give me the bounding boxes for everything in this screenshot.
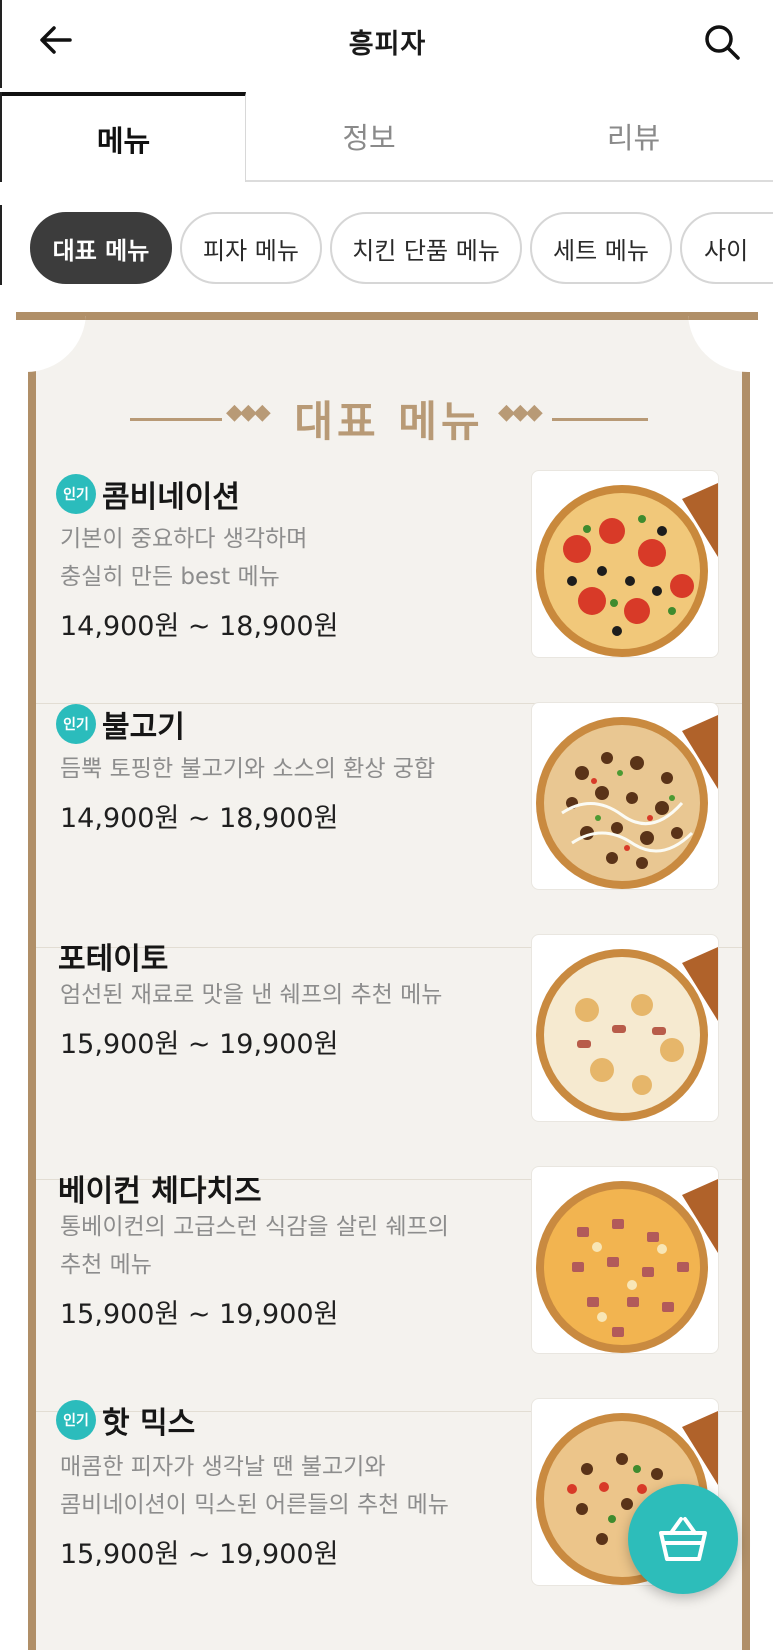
item-name: 콤비네이션 [102, 480, 240, 515]
popular-badge: 인기 [56, 704, 96, 744]
item-description-line: 엄선된 재료로 맛을 낸 쉐프의 추천 메뉴 [60, 982, 443, 1008]
tab-review[interactable]: 리뷰 [492, 92, 773, 182]
item-name: 불고기 [102, 710, 185, 745]
tab-bar: 메뉴 정보 리뷰 [0, 92, 773, 182]
item-price: 15,900원 ~ 19,900원 [60, 1539, 339, 1570]
item-description-line: 콤비네이션이 믹스된 어른들의 추천 메뉴 [60, 1492, 449, 1518]
item-name: 포테이토 [58, 942, 169, 977]
item-description: 통베이컨의 고급스런 식감을 살린 쉐프의 추천 메뉴 [60, 1208, 515, 1284]
item-description: 엄선된 재료로 맛을 낸 쉐프의 추천 메뉴 [60, 976, 515, 1014]
item-price: 15,900원 ~ 19,900원 [60, 1299, 339, 1330]
item-description: 매콤한 피자가 생각날 땐 불고기와 콤비네이션이 믹스된 어른들의 추천 메뉴 [60, 1448, 515, 1524]
popular-badge: 인기 [56, 474, 96, 514]
item-name: 베이컨 체다치즈 [58, 1174, 262, 1209]
diamond-ornament-right: ◆◆◆ [498, 400, 543, 425]
cart-button[interactable] [628, 1484, 738, 1594]
pizza-image-potato [531, 934, 719, 1122]
item-description: 듬뿍 토핑한 불고기와 소스의 환상 궁합 [60, 750, 515, 788]
item-description-line: 듬뿍 토핑한 불고기와 소스의 환상 궁합 [60, 756, 436, 782]
menu-item-bulgogi[interactable]: 인기 불고기 듬뿍 토핑한 불고기와 소스의 환상 궁합 14,900원 ~ 1… [36, 702, 742, 948]
item-description-line: 매콤한 피자가 생각날 땐 불고기와 [60, 1454, 386, 1480]
menu-item-potato[interactable]: 포테이토 엄선된 재료로 맛을 낸 쉐프의 추천 메뉴 15,900원 ~ 19… [36, 934, 742, 1180]
item-description-line: 충실히 만든 best 메뉴 [60, 564, 280, 590]
pizza-image-combination [531, 470, 719, 658]
menu-item-combination[interactable]: 인기 콤비네이션 기본이 중요하다 생각하며 충실히 만든 best 메뉴 14… [36, 464, 742, 704]
tab-review-label: 리뷰 [606, 121, 661, 155]
chip-signature-menu[interactable]: 대표 메뉴 [30, 212, 172, 284]
item-description-line: 통베이컨의 고급스런 식감을 살린 쉐프의 [60, 1214, 449, 1240]
pizza-image-bulgogi [531, 702, 719, 890]
chip-set-menu[interactable]: 세트 메뉴 [530, 212, 672, 284]
chip-chicken-menu[interactable]: 치킨 단품 메뉴 [330, 212, 522, 284]
item-description-line: 기본이 중요하다 생각하며 [60, 526, 308, 552]
item-description: 기본이 중요하다 생각하며 충실히 만든 best 메뉴 [60, 520, 515, 596]
item-price: 15,900원 ~ 19,900원 [60, 1029, 339, 1060]
tab-menu[interactable]: 메뉴 [2, 92, 246, 182]
tab-info[interactable]: 정보 [246, 92, 492, 182]
chip-pizza-menu[interactable]: 피자 메뉴 [180, 212, 322, 284]
pizza-image-bacon-cheddar [531, 1166, 719, 1354]
basket-icon [659, 1517, 707, 1561]
board-top-border [80, 312, 692, 320]
item-description-line: 추천 메뉴 [60, 1252, 152, 1278]
menu-item-bacon-cheddar[interactable]: 베이컨 체다치즈 통베이컨의 고급스런 식감을 살린 쉐프의 추천 메뉴 15,… [36, 1166, 742, 1412]
tab-info-label: 정보 [342, 121, 396, 155]
section-header: ◆◆◆ 대표 메뉴 ◆◆◆ [36, 388, 742, 448]
search-button[interactable] [702, 22, 742, 62]
item-name: 핫 믹스 [102, 1406, 196, 1441]
category-chips: 대표 메뉴 피자 메뉴 치킨 단품 메뉴 세트 메뉴 사이 [0, 205, 773, 285]
item-price: 14,900원 ~ 18,900원 [60, 803, 339, 834]
popular-badge: 인기 [56, 1400, 96, 1440]
search-icon [705, 25, 740, 60]
tab-menu-label: 메뉴 [96, 124, 151, 158]
item-price: 14,900원 ~ 18,900원 [60, 611, 339, 642]
top-bar: 흥피자 [0, 0, 773, 88]
chip-side-menu[interactable]: 사이 [680, 212, 773, 284]
page-title: 흥피자 [348, 29, 427, 60]
section-divider-right [552, 418, 648, 421]
